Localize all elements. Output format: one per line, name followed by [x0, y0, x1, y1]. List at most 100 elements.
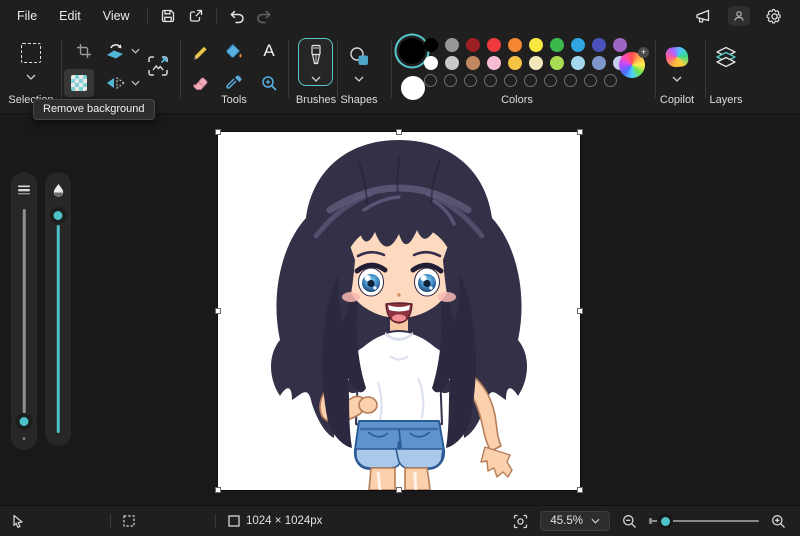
canvas-resize-handle[interactable] [577, 487, 583, 493]
size-slider-track[interactable] [22, 209, 26, 425]
color-swatch[interactable] [550, 38, 564, 52]
workspace [0, 114, 800, 505]
resize-image-button[interactable] [142, 49, 174, 83]
opacity-slider-track[interactable] [56, 225, 60, 433]
undo-button[interactable] [223, 4, 251, 28]
menubar: File Edit View [0, 0, 800, 32]
opacity-slider-thumb[interactable] [49, 207, 67, 224]
menu-edit[interactable]: Edit [48, 4, 92, 28]
fit-to-screen-icon[interactable] [513, 514, 528, 529]
empty-color-slot[interactable] [524, 74, 537, 87]
empty-color-slot[interactable] [424, 74, 437, 87]
empty-color-slot[interactable] [604, 74, 617, 87]
empty-color-slot[interactable] [464, 74, 477, 87]
crop-icon [76, 43, 92, 59]
layers-button[interactable] [711, 42, 741, 72]
zoom-out-icon[interactable] [622, 514, 637, 529]
menu-file[interactable]: File [6, 4, 48, 28]
color-swatch[interactable] [445, 38, 459, 52]
empty-color-slot[interactable] [444, 74, 457, 87]
canvas-resize-handle[interactable] [215, 308, 221, 314]
brushes-chevron-down-icon[interactable] [311, 76, 321, 82]
selection-chevron-down-icon[interactable] [26, 74, 36, 80]
copilot-button[interactable] [662, 44, 692, 70]
flip-chevron-down-icon[interactable] [131, 80, 140, 86]
account-button[interactable] [728, 6, 750, 26]
color-swatch[interactable] [592, 38, 606, 52]
canvas-resize-handle[interactable] [215, 487, 221, 493]
empty-color-slot[interactable] [584, 74, 597, 87]
color-swatch[interactable] [529, 38, 543, 52]
color-picker-tool-button[interactable] [221, 70, 247, 96]
canvas-resize-handle[interactable] [215, 129, 221, 135]
redo-icon [256, 9, 273, 24]
empty-color-slot[interactable] [544, 74, 557, 87]
color-swatch[interactable] [571, 38, 585, 52]
color-swatch[interactable] [487, 56, 501, 70]
save-button[interactable] [154, 4, 182, 28]
magnifier-plus-icon [261, 75, 278, 92]
edit-colors-button[interactable] [619, 47, 649, 78]
shapes-chevron-down-icon[interactable] [354, 76, 364, 82]
flip-icon [106, 75, 125, 91]
zoom-slider-thumb[interactable] [657, 513, 673, 529]
empty-color-slot[interactable] [504, 74, 517, 87]
statusbar-separator [215, 514, 216, 528]
zoom-level-dropdown[interactable]: 45.5% [540, 511, 610, 531]
share-icon [188, 8, 204, 24]
eraser-tool-button[interactable] [186, 70, 212, 96]
zoom-dropdown-chevron-icon [591, 518, 600, 524]
canvas-resize-handle[interactable] [577, 129, 583, 135]
color-swatch[interactable] [466, 38, 480, 52]
empty-color-slot[interactable] [564, 74, 577, 87]
zoom-in-icon[interactable] [771, 514, 786, 529]
color-swatch[interactable] [550, 56, 564, 70]
color-swatch[interactable] [487, 38, 501, 52]
color-swatch[interactable] [529, 56, 543, 70]
color-swatch[interactable] [445, 56, 459, 70]
size-slider-thumb[interactable] [15, 413, 33, 430]
pencil-icon [191, 43, 208, 60]
drawing-canvas[interactable] [215, 129, 583, 493]
canvas-size-indicator: 1024 × 1024px [228, 515, 322, 527]
layers-icon [714, 45, 738, 69]
color-swatch[interactable] [592, 56, 606, 70]
zoom-slider[interactable] [649, 513, 759, 529]
color-swatch[interactable] [424, 56, 438, 70]
color-swatch[interactable] [466, 56, 480, 70]
magnifier-tool-button[interactable] [256, 70, 282, 96]
share-button[interactable] [182, 4, 210, 28]
crop-button[interactable] [70, 38, 98, 64]
color-swatch[interactable] [508, 38, 522, 52]
feedback-button[interactable] [690, 4, 718, 28]
pencil-tool-button[interactable] [186, 38, 212, 64]
resize-image-icon [146, 54, 170, 78]
rotate-chevron-down-icon[interactable] [131, 48, 140, 54]
canvas-resize-handle[interactable] [396, 487, 402, 493]
remove-background-button[interactable] [64, 69, 94, 97]
selection-rectangle-icon [21, 43, 41, 63]
color-swatch[interactable] [424, 38, 438, 52]
fill-tool-button[interactable] [221, 38, 247, 64]
color-swatch[interactable] [508, 56, 522, 70]
foreground-color-well[interactable] [399, 38, 425, 64]
flip-button[interactable] [102, 70, 128, 96]
selection-tool-button[interactable] [17, 40, 45, 66]
background-color-well[interactable] [401, 76, 425, 100]
text-tool-button[interactable]: A [256, 38, 282, 64]
ribbon-separator [391, 40, 392, 98]
shapes-button[interactable] [344, 42, 374, 70]
settings-button[interactable] [760, 4, 788, 28]
canvas-resize-handle[interactable] [396, 129, 402, 135]
color-swatch[interactable] [613, 38, 627, 52]
eyedropper-icon [226, 75, 242, 91]
copilot-chevron-down-icon[interactable] [672, 76, 682, 82]
canvas-resize-handle[interactable] [577, 308, 583, 314]
color-swatch[interactable] [571, 56, 585, 70]
rotate-button[interactable] [102, 38, 128, 64]
menu-view[interactable]: View [92, 4, 141, 28]
redo-button[interactable] [251, 4, 279, 28]
brushes-button[interactable] [298, 38, 333, 86]
remove-background-tooltip: Remove background [33, 99, 155, 120]
empty-color-slot[interactable] [484, 74, 497, 87]
